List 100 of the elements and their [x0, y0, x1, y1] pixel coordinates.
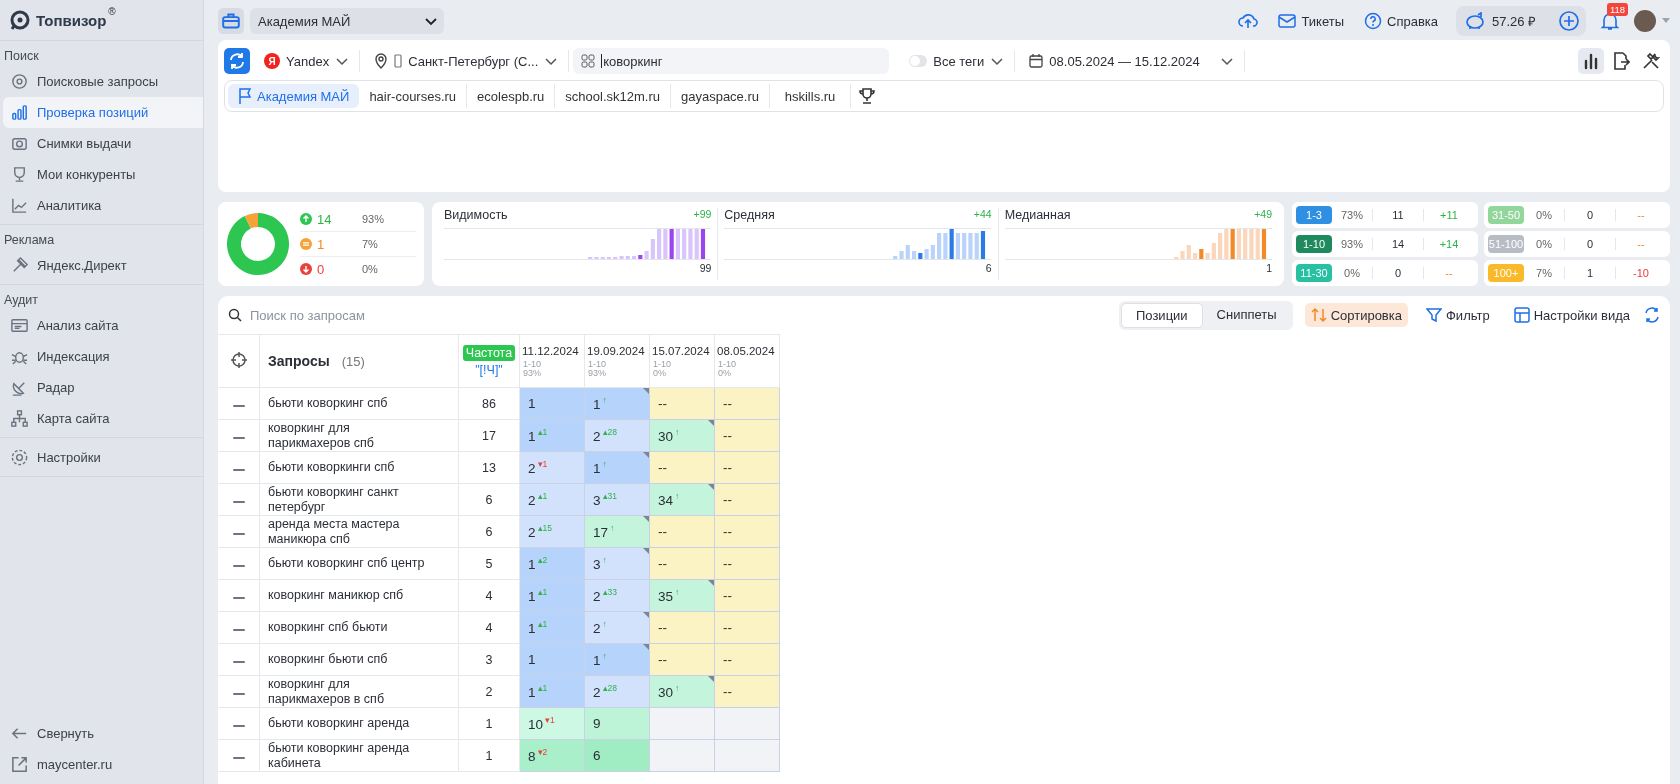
phone-icon — [394, 54, 403, 68]
refresh-button[interactable] — [224, 48, 250, 74]
competitor-tab[interactable]: ecolespb.ru — [467, 84, 556, 108]
date-range-dropdown[interactable]: 08.05.2024 — 15.12.2024 — [1019, 50, 1245, 72]
date-range-label: 1-10 — [522, 359, 542, 369]
project-dropdown[interactable]: Академия МАЙ — [250, 8, 444, 34]
view-tab[interactable]: Позиции — [1121, 302, 1203, 328]
position-cell: 35$^{↑}$ — [649, 579, 715, 612]
avatar[interactable] — [1634, 10, 1656, 32]
sidebar-item[interactable]: Индексация — [0, 341, 203, 372]
position-cell: 1$^{▴1}$ — [519, 419, 585, 452]
sidebar-item[interactable]: Мои конкуренты — [0, 159, 203, 190]
competitor-tab[interactable]: hair-courses.ru — [359, 84, 468, 108]
briefcase-icon[interactable] — [218, 8, 244, 34]
date-header[interactable]: 11.12.2024 — [520, 344, 584, 357]
query-search-field[interactable]: Поиск по запросам — [248, 306, 1111, 324]
position-cell: -- — [714, 451, 780, 484]
range-delta: -- — [1444, 267, 1454, 279]
competitor-tab[interactable]: gayaspace.ru — [670, 84, 771, 108]
cloud-upload-icon[interactable] — [1238, 12, 1259, 30]
legend-count: 14 — [317, 211, 333, 227]
date-header[interactable]: 15.07.2024 — [650, 344, 714, 357]
minus-icon[interactable] — [232, 404, 245, 408]
position-cell: 3$^{▴31}$ — [584, 483, 650, 516]
sort-button[interactable]: Сортировка — [1304, 303, 1408, 327]
position-cell: 1 — [519, 387, 585, 420]
sidebar-item[interactable]: Проверка позиций — [3, 97, 203, 128]
sidebar-item[interactable]: Яндекс.Директ — [0, 250, 203, 281]
range-delta: -- — [1636, 238, 1646, 250]
trophy-icon[interactable] — [859, 88, 876, 104]
sidebar-link[interactable]: maycenter.ru — [0, 749, 203, 780]
browser-icon — [10, 316, 29, 335]
competitor-tab[interactable]: school.sk12m.ru — [555, 84, 671, 108]
sidebar-item[interactable]: Радар — [0, 372, 203, 403]
range-label: 100+ — [1488, 264, 1524, 282]
logo-text: Топвизор — [36, 11, 107, 29]
range-label: 1-10 — [1296, 235, 1332, 253]
sync-icon[interactable] — [1644, 307, 1660, 323]
minus-icon[interactable] — [232, 532, 245, 536]
column-header[interactable]: Запросы — [268, 353, 330, 369]
keyword-group-field[interactable]: коворкинг — [573, 48, 890, 74]
view-tab[interactable]: Сниппеты — [1202, 302, 1291, 328]
sidebar-item[interactable]: Анализ сайта — [0, 310, 203, 341]
sidebar-item[interactable]: Карта сайта — [0, 403, 203, 434]
search-engine-dropdown[interactable]: Я Yandex — [254, 50, 361, 72]
legend-percent: 7% — [362, 238, 378, 250]
add-icon[interactable] — [1558, 10, 1580, 32]
view-settings-button[interactable]: Настройки вида — [1507, 303, 1636, 327]
filter-button[interactable]: Фильтр — [1420, 303, 1496, 327]
tags-dropdown[interactable]: Все теги — [899, 50, 1016, 72]
minus-icon[interactable] — [232, 596, 245, 600]
sidebar-link[interactable]: Свернуть — [0, 718, 203, 749]
metric-delta: +99 — [693, 208, 712, 222]
query-cell-text: бьюти коворкинг спб — [268, 396, 389, 411]
minus-icon[interactable] — [232, 628, 245, 632]
header-link[interactable]: Справка — [1364, 12, 1438, 30]
minus-icon[interactable] — [232, 564, 245, 568]
frequency-cell: 4 — [485, 589, 493, 603]
position-cell: 8$^{▾2}$ — [519, 739, 585, 772]
sidebar-item[interactable]: Настройки — [0, 442, 203, 473]
registered-mark: ® — [108, 6, 116, 17]
minus-icon[interactable] — [232, 468, 245, 472]
minus-icon[interactable] — [232, 692, 245, 696]
range-count: 0 — [1565, 209, 1616, 221]
date-header[interactable]: 08.05.2024 — [715, 344, 779, 357]
position-cell: 2$^{▴15}$ — [519, 515, 585, 548]
header-link[interactable]: Тикеты — [1278, 13, 1344, 29]
minus-icon[interactable] — [232, 756, 245, 760]
minus-icon[interactable] — [232, 500, 245, 504]
envelope-icon — [1278, 14, 1297, 28]
query-cell-text: коворкинг спб бьюти — [268, 620, 389, 635]
position-cell: 1$^{▴1}$ — [519, 675, 585, 708]
position-cell: 30$^{↑}$ — [649, 675, 715, 708]
sidebar-item[interactable]: Снимки выдачи — [0, 128, 203, 159]
engine-logo: Я — [264, 53, 280, 69]
minus-icon[interactable] — [232, 436, 245, 440]
toggle-switch[interactable] — [909, 55, 928, 67]
query-cell-text: коворкинг для парикмахеров в спб — [268, 677, 386, 706]
position-cell: -- — [649, 547, 715, 580]
legend-percent: 0% — [362, 263, 378, 275]
minus-icon[interactable] — [232, 724, 245, 728]
frequency-cell: 6 — [485, 525, 493, 539]
frequency-type[interactable]: "[!Ч]" — [459, 363, 519, 377]
date-header[interactable]: 19.09.2024 — [585, 344, 649, 357]
competitor-tab[interactable]: hskills.ru — [770, 84, 852, 108]
chart-view-button[interactable] — [1578, 48, 1604, 74]
date-share: 93% — [522, 368, 542, 378]
range-count: 0 — [1565, 238, 1616, 250]
legend-count: 0 — [317, 261, 326, 277]
region-dropdown[interactable]: Санкт-Петербург (С... — [364, 50, 570, 72]
crosshair-icon[interactable] — [229, 350, 248, 369]
sidebar-item[interactable]: Аналитика — [0, 190, 203, 221]
competitor-tab[interactable]: Академия МАЙ — [228, 84, 360, 108]
location-pin-icon — [374, 53, 389, 69]
range-percent: 93% — [1332, 238, 1373, 250]
query-cell-text: бьюти коворкинг аренда кабинета — [268, 741, 411, 770]
line-chart-icon — [10, 196, 29, 215]
sidebar-item[interactable]: Поисковые запросы — [0, 66, 203, 97]
minus-icon[interactable] — [232, 660, 245, 664]
bell-icon[interactable] — [1600, 11, 1620, 31]
